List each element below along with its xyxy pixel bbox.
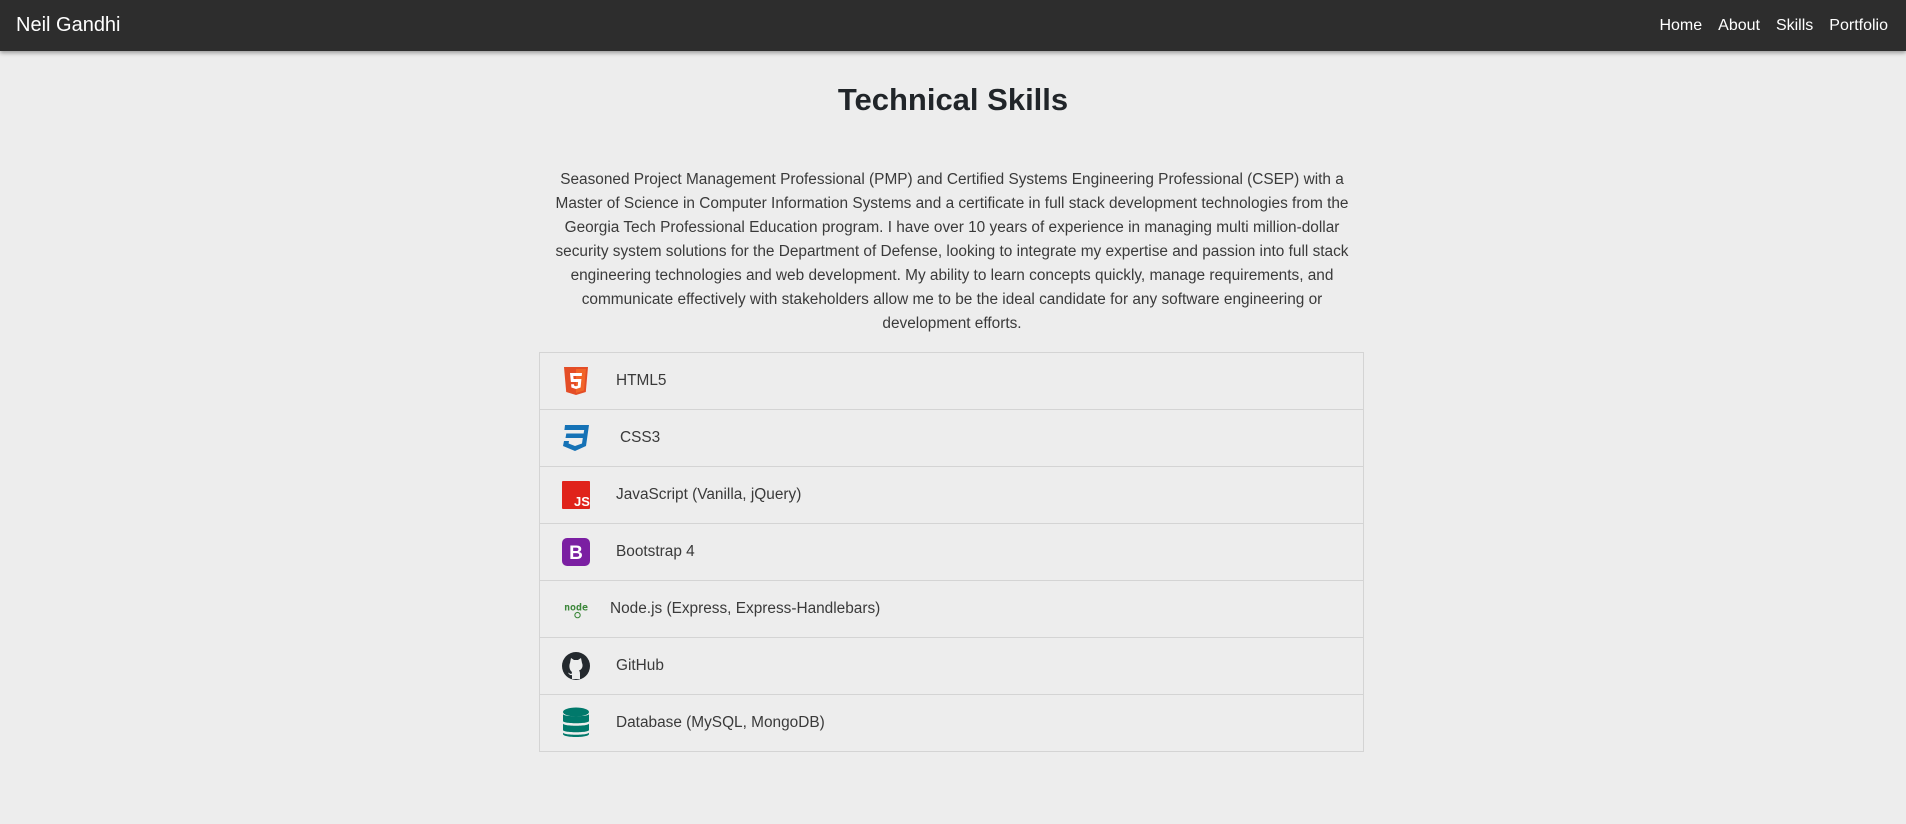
skill-label: Database (MySQL, MongoDB) xyxy=(616,714,825,731)
nodejs-icon: node xyxy=(560,593,592,625)
css3-icon xyxy=(560,422,592,454)
page-title: Technical Skills xyxy=(837,82,1069,117)
skill-label: CSS3 xyxy=(620,429,661,446)
navbar: Neil Gandhi Home About Skills Portfolio xyxy=(0,0,1906,51)
svg-text:JS: JS xyxy=(574,494,590,509)
skill-item-database: Database (MySQL, MongoDB) xyxy=(540,694,1363,751)
skill-label: Bootstrap 4 xyxy=(616,543,695,560)
nav-link-skills[interactable]: Skills xyxy=(1768,17,1821,35)
skill-label: JavaScript (Vanilla, jQuery) xyxy=(616,486,802,503)
skill-label: HTML5 xyxy=(616,372,667,389)
bootstrap-icon: B xyxy=(560,536,592,568)
skill-item-html5: HTML5 xyxy=(540,353,1363,409)
skill-item-github: GitHub xyxy=(540,637,1363,694)
skill-label: Node.js (Express, Express-Handlebars) xyxy=(610,600,881,617)
bio-paragraph: Seasoned Project Management Professional… xyxy=(555,171,1349,332)
brand-link[interactable]: Neil Gandhi xyxy=(16,14,121,37)
svg-text:node: node xyxy=(564,603,588,614)
database-icon xyxy=(560,707,592,739)
nav-link-home[interactable]: Home xyxy=(1651,17,1710,35)
html5-icon xyxy=(560,365,592,397)
skill-item-nodejs: node Node.js (Express, Express-Handlebar… xyxy=(540,580,1363,637)
svg-text:B: B xyxy=(569,543,583,564)
nav-links: Home About Skills Portfolio xyxy=(1651,17,1890,35)
nav-link-portfolio[interactable]: Portfolio xyxy=(1821,17,1888,35)
skill-item-css3: CSS3 xyxy=(540,409,1363,466)
skill-item-bootstrap: B Bootstrap 4 xyxy=(540,523,1363,580)
skill-label: GitHub xyxy=(616,657,664,674)
nav-link-about[interactable]: About xyxy=(1710,17,1768,35)
javascript-icon: JS xyxy=(560,479,592,511)
skills-list: HTML5 CSS3 JS JavaScript (Vanilla, jQuer… xyxy=(539,352,1364,752)
skill-item-javascript: JS JavaScript (Vanilla, jQuery) xyxy=(540,466,1363,523)
github-icon xyxy=(560,650,592,682)
